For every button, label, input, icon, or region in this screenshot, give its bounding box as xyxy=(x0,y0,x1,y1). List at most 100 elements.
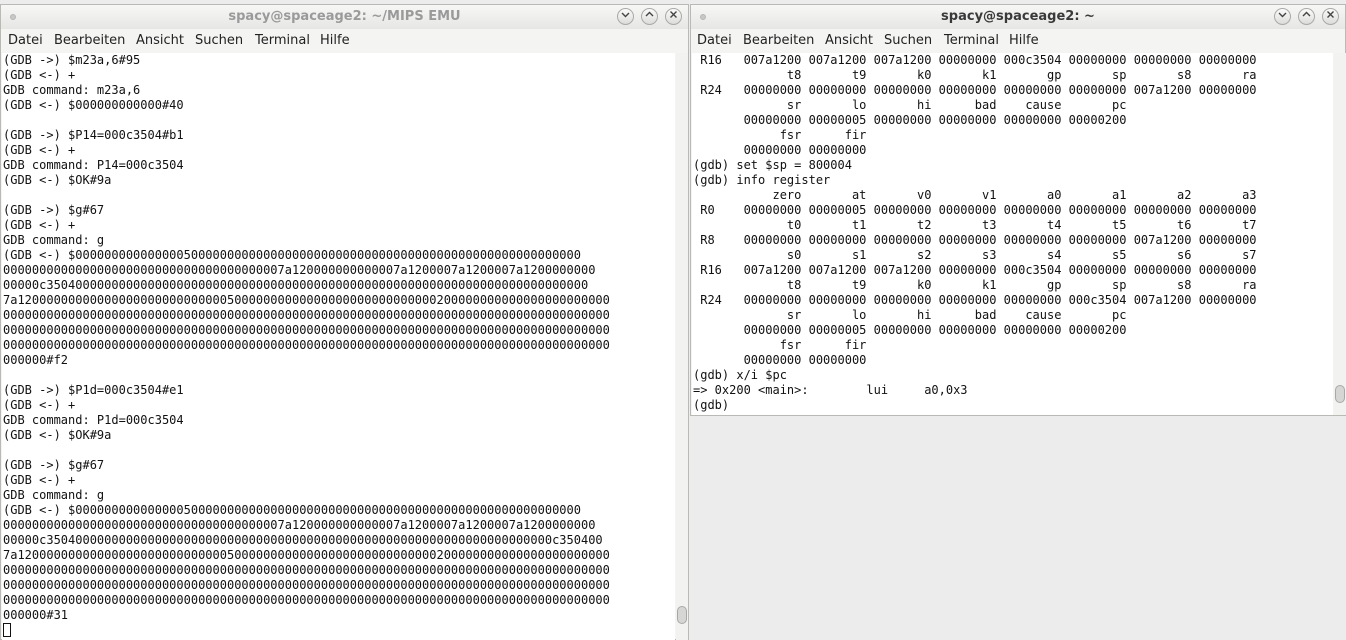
scrollbar-thumb[interactable] xyxy=(1335,385,1345,403)
maximize-button[interactable] xyxy=(1298,8,1315,25)
chevron-up-icon xyxy=(645,11,654,17)
terminal-line: 7a12000000000000000000000000000500000000… xyxy=(3,548,610,562)
menubar: Datei Bearbeiten Ansicht Suchen Terminal… xyxy=(1,31,688,51)
terminal-line: R16 007a1200 007a1200 007a1200 00000000 … xyxy=(693,53,1257,67)
close-icon xyxy=(1327,11,1334,18)
terminal-line: t0 t1 t2 t3 t4 t5 t6 t7 xyxy=(693,218,1257,232)
scrollbar[interactable] xyxy=(1334,53,1346,415)
menu-suchen[interactable]: Suchen xyxy=(195,33,243,48)
terminal-lines: (GDB ->) $m23a,6#95 (GDB <-) + GDB command… xyxy=(2,53,675,623)
terminal-line: R0 00000000 00000005 00000000 00000000 0… xyxy=(693,203,1257,217)
terminal-line: (GDB <-) $000000000000#40 xyxy=(3,98,184,112)
terminal-line: 0000000000000000000000000000000000000000… xyxy=(3,593,610,607)
terminal-line: (GDB <-) + xyxy=(3,218,76,232)
terminal-line: t8 t9 k0 k1 gp sp s8 ra xyxy=(693,68,1257,82)
terminal-line: 00000000 00000000 xyxy=(693,143,867,157)
titlebar[interactable]: spacy@spaceage2: ~/MIPS EMU xyxy=(1,5,688,29)
close-button[interactable] xyxy=(665,8,682,25)
chevron-up-icon xyxy=(1302,11,1311,17)
menu-hilfe[interactable]: Hilfe xyxy=(1009,33,1039,48)
titlebar[interactable]: spacy@spaceage2: ~ xyxy=(691,5,1345,29)
menu-terminal[interactable]: Terminal xyxy=(255,33,310,48)
terminal-line: R24 00000000 00000000 00000000 00000000 … xyxy=(693,293,1257,307)
terminal-line: 00000c3504000000000000000000000000000000… xyxy=(3,533,603,547)
terminal-line: 0000000000000000000000000000000000000000… xyxy=(3,578,610,592)
menu-ansicht[interactable]: Ansicht xyxy=(825,33,873,48)
menubar: Datei Bearbeiten Ansicht Suchen Terminal… xyxy=(691,31,1345,51)
menu-bearbeiten[interactable]: Bearbeiten xyxy=(743,33,814,48)
terminal-line: (GDB ->) $g#67 xyxy=(3,203,105,217)
terminal-line: (GDB <-) + xyxy=(3,473,76,487)
terminal-line: (GDB <-) + xyxy=(3,398,76,412)
terminal-line: 0000000000000000000000000000000000000000… xyxy=(3,563,610,577)
terminal-window-right[interactable]: spacy@spaceage2: ~ Datei Bearbeiten Ansi… xyxy=(690,4,1346,416)
terminal-line: (GDB ->) $m23a,6#95 xyxy=(3,53,141,67)
menu-ansicht[interactable]: Ansicht xyxy=(136,33,184,48)
chevron-down-icon xyxy=(621,12,630,18)
prompt-line xyxy=(2,623,675,639)
terminal-line: R8 00000000 00000000 00000000 00000000 0… xyxy=(693,233,1257,247)
text-cursor xyxy=(3,623,11,637)
window-title: spacy@spaceage2: ~ xyxy=(941,9,1095,24)
terminal-line: GDB command: P1d=000c3504 xyxy=(3,413,184,427)
terminal-line: R24 00000000 00000000 00000000 00000000 … xyxy=(693,83,1257,97)
terminal-line: R16 007a1200 007a1200 007a1200 00000000 … xyxy=(693,263,1257,277)
terminal-line: GDB command: P14=000c3504 xyxy=(3,158,184,172)
terminal-line: 0000000000000000000000000000000000000000… xyxy=(3,323,610,337)
scrollbar[interactable] xyxy=(676,53,688,640)
menu-datei[interactable]: Datei xyxy=(8,33,43,48)
menu-datei[interactable]: Datei xyxy=(697,33,732,48)
terminal-line: GDB command: g xyxy=(3,488,105,502)
terminal-line: 000000#31 xyxy=(3,608,69,622)
terminal-line: 000000000000000000000000000000000000007a… xyxy=(3,518,596,532)
terminal-line: GDB command: m23a,6 xyxy=(3,83,141,97)
terminal-line: fsr fir xyxy=(693,338,867,352)
menu-suchen[interactable]: Suchen xyxy=(884,33,932,48)
terminal-line: 00000c3504000000000000000000000000000000… xyxy=(3,278,589,292)
terminal-line: sr lo hi bad cause pc xyxy=(693,98,1127,112)
terminal-line: 7a12000000000000000000000000000500000000… xyxy=(3,293,610,307)
menu-terminal[interactable]: Terminal xyxy=(944,33,999,48)
terminal-lines: R16 007a1200 007a1200 007a1200 00000000 … xyxy=(692,53,1333,413)
terminal-line: (gdb) xyxy=(693,398,737,412)
maximize-button[interactable] xyxy=(641,8,658,25)
close-button[interactable] xyxy=(1322,8,1339,25)
terminal-line: sr lo hi bad cause pc xyxy=(693,308,1127,322)
terminal-line: (GDB <-) $OK#9a xyxy=(3,173,112,187)
terminal-output[interactable]: R16 007a1200 007a1200 007a1200 00000000 … xyxy=(692,53,1333,415)
terminal-line: zero at v0 v1 a0 a1 a2 a3 xyxy=(693,188,1257,202)
terminal-line: 000000#f2 xyxy=(3,353,69,367)
close-icon xyxy=(670,11,677,18)
terminal-line: 0000000000000000000000000000000000000000… xyxy=(3,308,610,322)
terminal-line: (GDB <-) + xyxy=(3,143,76,157)
minimize-button[interactable] xyxy=(617,8,634,25)
terminal-window-left[interactable]: spacy@spaceage2: ~/MIPS EMU Datei Bearbe… xyxy=(0,4,689,640)
menu-bearbeiten[interactable]: Bearbeiten xyxy=(54,33,125,48)
minimize-button[interactable] xyxy=(1274,8,1291,25)
menu-hilfe[interactable]: Hilfe xyxy=(320,33,350,48)
terminal-line: fsr fir xyxy=(693,128,867,142)
terminal-line: (gdb) x/i $pc xyxy=(693,368,787,382)
terminal-line: => 0x200 <main>: lui a0,0x3 xyxy=(693,383,968,397)
terminal-line: s0 s1 s2 s3 s4 s5 s6 s7 xyxy=(693,248,1257,262)
terminal-line: (GDB ->) $g#67 xyxy=(3,458,105,472)
terminal-line: t8 t9 k0 k1 gp sp s8 ra xyxy=(693,278,1257,292)
terminal-line: (GDB <-) $OK#9a xyxy=(3,428,112,442)
terminal-line: 0000000000000000000000000000000000000000… xyxy=(3,338,610,352)
terminal-line: (gdb) set $sp = 800004 xyxy=(693,158,852,172)
terminal-output[interactable]: (GDB ->) $m23a,6#95 (GDB <-) + GDB command… xyxy=(2,53,675,640)
scrollbar-thumb[interactable] xyxy=(677,606,687,624)
terminal-line: 00000000 00000000 xyxy=(693,353,867,367)
terminal-line: (GDB <-) + xyxy=(3,68,76,82)
terminal-line: 00000000 00000005 00000000 00000000 0000… xyxy=(693,113,1127,127)
terminal-line: (GDB <-) $000000000000000500000000000000… xyxy=(3,503,581,517)
terminal-line: (GDB <-) $000000000000000500000000000000… xyxy=(3,248,581,262)
terminal-line: (GDB ->) $P14=000c3504#b1 xyxy=(3,128,184,142)
terminal-line: (GDB ->) $P1d=000c3504#e1 xyxy=(3,383,184,397)
terminal-line: 00000000 00000005 00000000 00000000 0000… xyxy=(693,323,1127,337)
terminal-line: (gdb) info register xyxy=(693,173,831,187)
